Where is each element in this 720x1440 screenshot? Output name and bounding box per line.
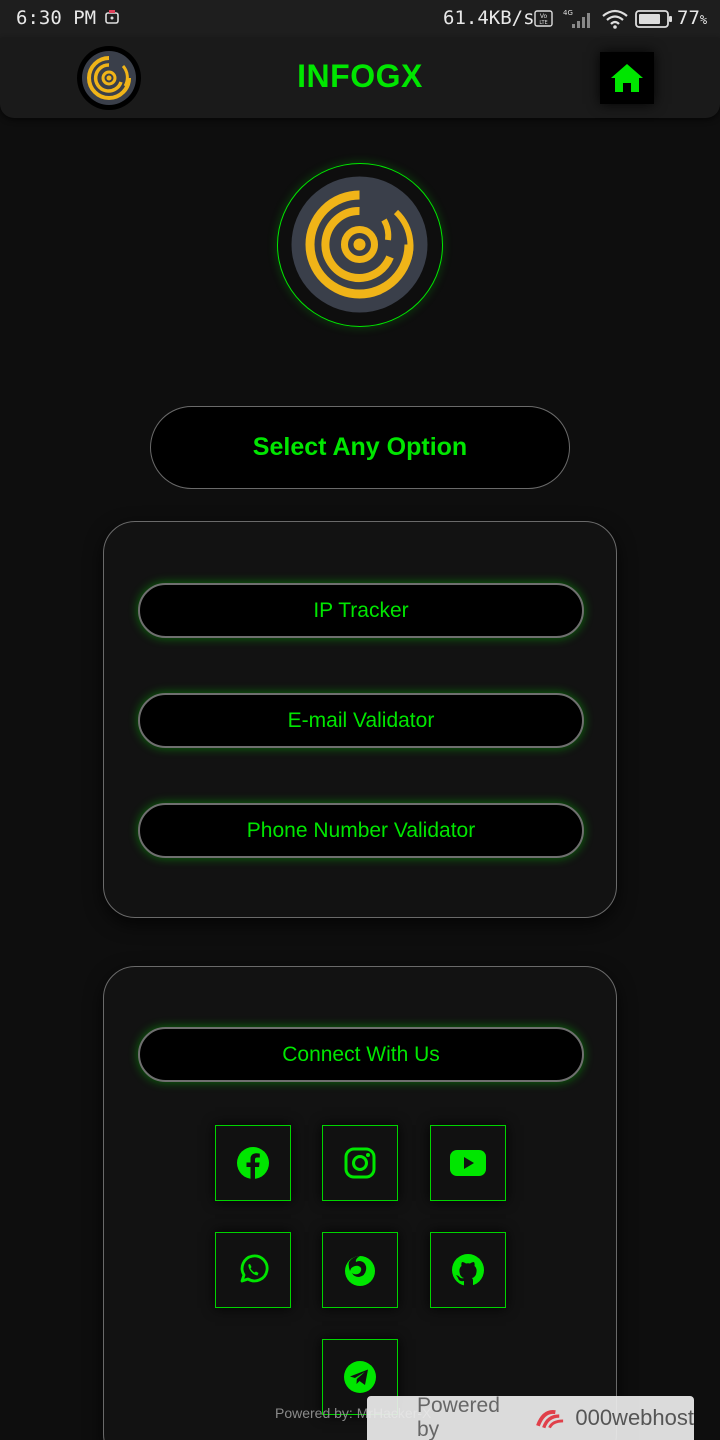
webhost-badge[interactable]: Powered by 000webhost	[367, 1394, 694, 1440]
svg-text:4G: 4G	[563, 9, 573, 17]
whatsapp-link[interactable]	[215, 1232, 291, 1308]
facebook-link[interactable]	[215, 1125, 291, 1201]
connect-with-us-button[interactable]: Connect With Us	[138, 1027, 584, 1082]
status-bar: 6:30 PM 61.4KB/s Vo LTE 4G 77%	[0, 0, 720, 38]
battery-percent: 77%	[677, 7, 708, 29]
svg-text:LTE: LTE	[539, 20, 547, 26]
whatsapp-icon	[240, 1254, 269, 1283]
telegram-icon	[344, 1361, 376, 1393]
volte-icon: Vo LTE	[534, 10, 553, 27]
firefox-icon	[345, 1256, 375, 1286]
host-prefix: Powered by	[417, 1394, 500, 1440]
connect-card: Connect With Us	[103, 966, 617, 1440]
select-option-label: Select Any Option	[150, 406, 570, 489]
instagram-link[interactable]	[322, 1125, 398, 1201]
firefox-link[interactable]	[322, 1232, 398, 1308]
wifi-icon	[602, 9, 628, 29]
instagram-icon	[344, 1147, 376, 1179]
github-icon	[452, 1254, 484, 1286]
github-link[interactable]	[430, 1232, 506, 1308]
target-logo-icon	[291, 176, 428, 313]
notification-icon	[105, 10, 119, 24]
battery-icon	[635, 10, 672, 28]
webhost-logo-icon	[536, 1410, 564, 1429]
email-validator-button[interactable]: E-mail Validator	[138, 693, 584, 748]
host-name: 000webhost	[575, 1405, 694, 1430]
signal-icon: 4G	[563, 9, 590, 28]
ip-tracker-button[interactable]: IP Tracker	[138, 583, 584, 638]
phone-validator-button[interactable]: Phone Number Validator	[138, 803, 584, 858]
home-icon	[611, 64, 643, 92]
options-card: IP Tracker E-mail Validator Phone Number…	[103, 521, 617, 918]
status-time: 6:30 PM	[16, 7, 97, 29]
network-speed: 61.4KB/s	[443, 7, 535, 29]
home-button[interactable]	[600, 52, 654, 104]
hero-logo	[277, 163, 443, 327]
youtube-icon	[450, 1150, 486, 1176]
facebook-icon	[237, 1147, 269, 1180]
app-header: INFOGX	[0, 38, 720, 118]
svg-text:Vo: Vo	[540, 13, 548, 20]
youtube-link[interactable]	[430, 1125, 506, 1201]
